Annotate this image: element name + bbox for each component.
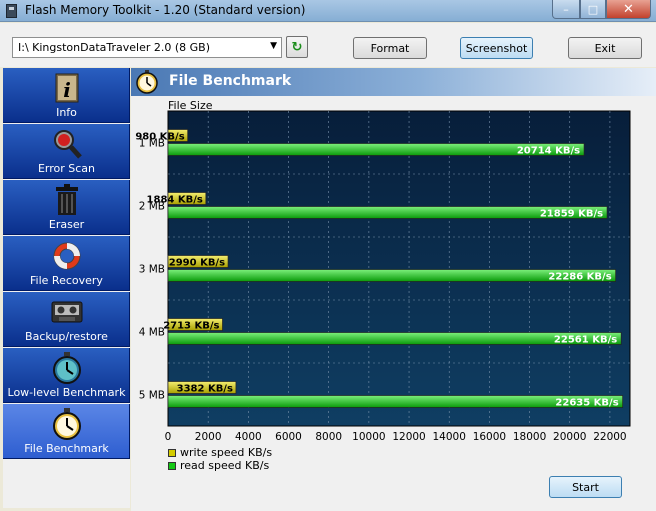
svg-text:i: i: [63, 78, 71, 102]
sidebar-item-label: File Recovery: [30, 274, 103, 287]
x-tick-label: 4000: [235, 431, 262, 443]
refresh-icon: ↻: [291, 39, 303, 55]
write-speed-data-label: 2713 KB/s: [163, 321, 219, 332]
x-tick-label: 10000: [352, 431, 385, 443]
toolbar: I:\ KingstonDataTraveler 2.0 (8 GB) ▼ ↻ …: [0, 23, 656, 67]
legend-label-write: write speed KB/s: [180, 446, 273, 459]
stopwatch-icon: [53, 352, 81, 384]
x-tick-label: 8000: [315, 431, 342, 443]
stopwatch-icon: [53, 408, 81, 440]
legend-label-read: read speed KB/s: [180, 459, 270, 472]
x-tick-label: 0: [165, 431, 172, 443]
x-tick-label: 20000: [553, 431, 586, 443]
lifebuoy-icon: [53, 242, 81, 270]
sidebar: i Info Error Scan Eraser File Recovery B…: [3, 68, 130, 508]
x-tick-label: 6000: [275, 431, 302, 443]
write-speed-data-label: 1884 KB/s: [147, 195, 203, 206]
read-speed-data-label: 22635 KB/s: [555, 398, 618, 409]
sidebar-item-error-scan[interactable]: Error Scan: [3, 124, 130, 179]
sidebar-item-label: Info: [56, 106, 77, 119]
plot-area: [167, 110, 631, 427]
file-benchmark-panel: File Benchmark File Size 0 2000 4000 6000 80…: [131, 68, 656, 511]
x-tick-label: 18000: [513, 431, 546, 443]
trash-icon: [56, 184, 78, 215]
y-tick-label: 3 MB: [139, 264, 165, 276]
refresh-button[interactable]: ↻: [286, 36, 308, 58]
close-icon: ✕: [623, 1, 634, 17]
info-icon: i: [55, 73, 79, 103]
y-tick-label: 4 MB: [139, 327, 165, 339]
sidebar-item-file-benchmark[interactable]: File Benchmark: [3, 404, 130, 459]
legend-swatch-write: [168, 448, 176, 457]
sidebar-item-file-recovery[interactable]: File Recovery: [3, 236, 130, 291]
sidebar-item-backup-restore[interactable]: Backup/restore: [3, 292, 130, 347]
sidebar-item-info[interactable]: i Info: [3, 68, 130, 123]
x-tick-label: 14000: [433, 431, 466, 443]
panel-header: File Benchmark: [131, 68, 656, 96]
close-button[interactable]: ✕: [606, 0, 651, 19]
sidebar-item-label: File Benchmark: [24, 442, 109, 455]
tape-icon: [51, 301, 83, 323]
drive-select-value: I:\ KingstonDataTraveler 2.0 (8 GB): [18, 41, 211, 54]
x-tick-label: 2000: [195, 431, 222, 443]
sidebar-item-label: Error Scan: [37, 162, 96, 175]
screenshot-button[interactable]: Screenshot: [460, 37, 533, 59]
benchmark-chart: 0 2000 4000 6000 8000 10000 12000 14000 16000 180…: [135, 110, 631, 443]
chart-legend: write speed KB/s read speed KB/s: [168, 446, 272, 472]
write-speed-data-label: 980 KB/s: [135, 132, 184, 143]
chevron-down-icon: ▼: [270, 41, 277, 51]
x-tick-label: 22000: [593, 431, 626, 443]
minimize-icon: –: [563, 2, 569, 16]
legend-swatch-read: [168, 461, 176, 470]
title-bar: Flash Memory Toolkit - 1.20 (Standard ve…: [0, 0, 656, 22]
exit-button[interactable]: Exit: [568, 37, 642, 59]
sidebar-item-label: Eraser: [48, 218, 85, 231]
read-speed-data-label: 20714 KB/s: [517, 146, 580, 157]
sidebar-item-label: Low-level Benchmark: [7, 386, 126, 399]
start-button[interactable]: Start: [549, 476, 622, 498]
write-speed-data-label: 3382 KB/s: [177, 384, 233, 395]
x-tick-label: 16000: [473, 431, 506, 443]
usb-drive-icon: [6, 4, 17, 18]
format-button[interactable]: Format: [353, 37, 427, 59]
drive-select[interactable]: I:\ KingstonDataTraveler 2.0 (8 GB) ▼: [12, 37, 282, 58]
x-tick-label: 12000: [392, 431, 425, 443]
sidebar-item-low-level-benchmark[interactable]: Low-level Benchmark: [3, 348, 130, 403]
read-speed-data-label: 21859 KB/s: [540, 209, 603, 220]
window-title: Flash Memory Toolkit - 1.20 (Standard ve…: [25, 3, 306, 17]
legend-item-read: read speed KB/s: [168, 459, 272, 472]
maximize-button[interactable]: □: [580, 0, 606, 19]
y-tick-label: 5 MB: [139, 390, 165, 402]
read-speed-data-label: 22561 KB/s: [554, 335, 617, 346]
legend-item-write: write speed KB/s: [168, 446, 272, 459]
magnifier-icon: [54, 130, 82, 159]
panel-title: File Benchmark: [169, 73, 292, 89]
stopwatch-icon: [136, 70, 158, 94]
minimize-button[interactable]: –: [552, 0, 580, 19]
read-speed-data-label: 22286 KB/s: [548, 272, 611, 283]
sidebar-item-eraser[interactable]: Eraser: [3, 180, 130, 235]
write-speed-data-label: 2990 KB/s: [169, 258, 225, 269]
sidebar-item-label: Backup/restore: [25, 330, 108, 343]
maximize-icon: □: [587, 2, 599, 16]
